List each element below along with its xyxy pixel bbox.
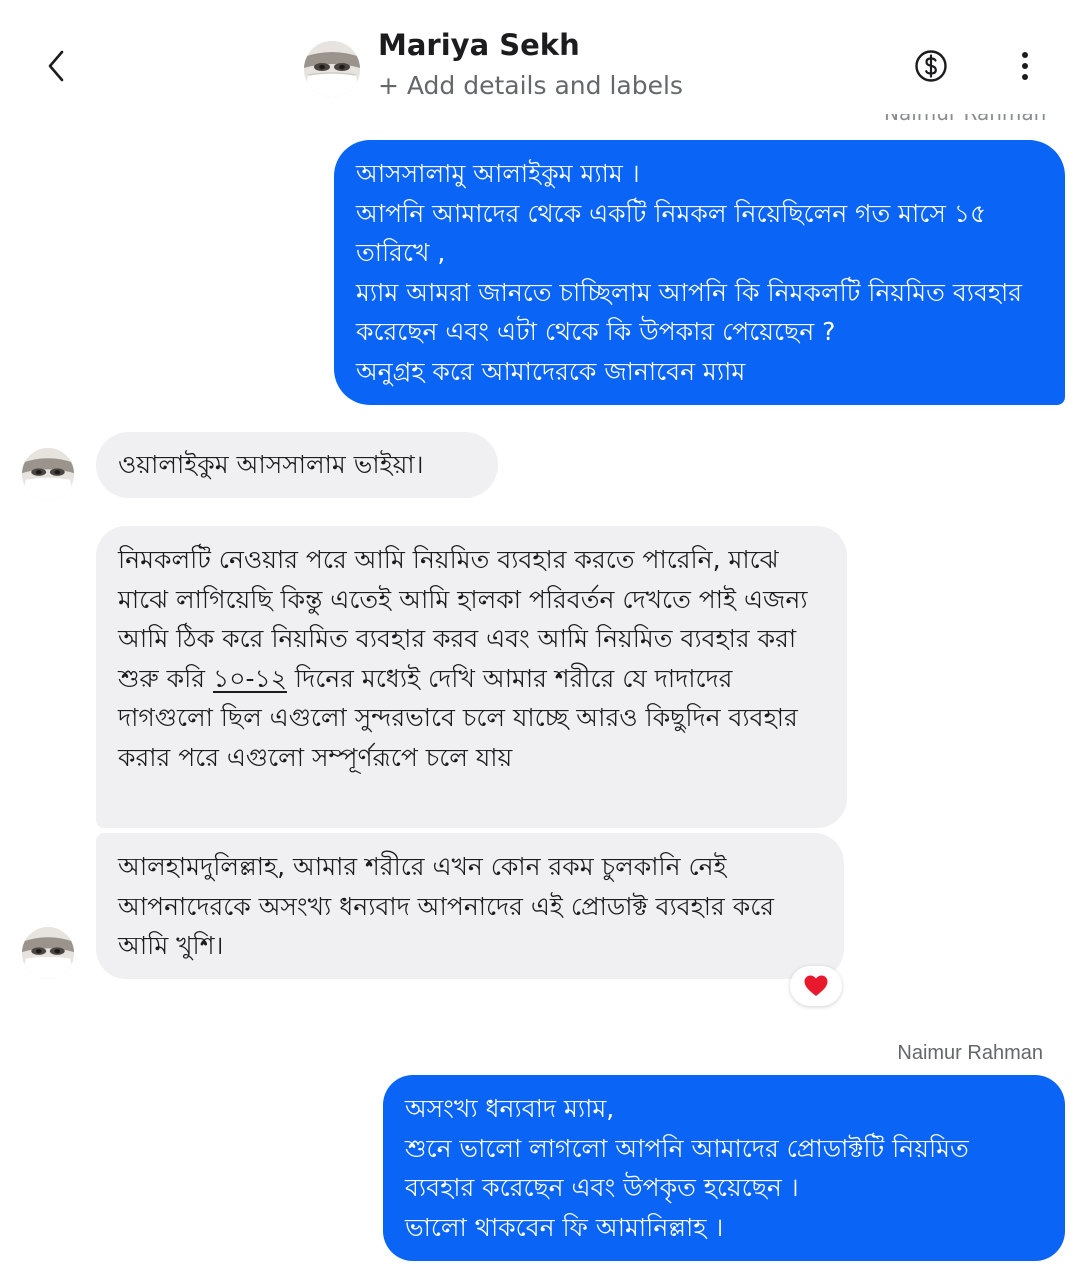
dollar-circle-icon bbox=[915, 50, 947, 82]
sender-avatar[interactable] bbox=[22, 927, 74, 979]
message-reaction[interactable] bbox=[790, 966, 842, 1006]
sender-avatar[interactable] bbox=[22, 448, 74, 500]
detected-number-link[interactable]: ১০-১২ bbox=[213, 664, 287, 693]
payment-button[interactable] bbox=[914, 49, 948, 83]
avatar-image bbox=[304, 41, 360, 97]
heart-icon bbox=[804, 975, 828, 996]
more-vertical-icon bbox=[1022, 52, 1028, 80]
add-details-link[interactable]: + Add details and labels bbox=[378, 71, 683, 100]
clipped-sender-label: Naimur Rahman bbox=[884, 114, 1046, 128]
chat-screen: Mariya Sekh + Add details and labels Nai… bbox=[0, 0, 1080, 1265]
message-bubble-outgoing[interactable]: অসংখ্য ধন্যবাদ ম্যাম, শুনে ভালো লাগলো আপ… bbox=[383, 1075, 1065, 1261]
chevron-left-icon bbox=[48, 50, 64, 82]
message-bubble-incoming[interactable]: ওয়ালাইকুম আসসালাম ভাইয়া। bbox=[96, 432, 498, 498]
sender-name-label: Naimur Rahman bbox=[897, 1042, 1043, 1064]
chat-header: Mariya Sekh + Add details and labels Nai… bbox=[0, 0, 1080, 123]
message-bubble-outgoing[interactable]: আসসালামু আলাইকুম ম্যাম । আপনি আমাদের থেক… bbox=[334, 140, 1065, 405]
contact-name[interactable]: Mariya Sekh bbox=[378, 28, 580, 62]
more-options-button[interactable] bbox=[1010, 48, 1040, 84]
contact-avatar[interactable] bbox=[304, 41, 360, 97]
message-bubble-incoming[interactable]: নিমকলটি নেওয়ার পরে আমি নিয়মিত ব্যবহার … bbox=[96, 526, 847, 828]
avatar-image bbox=[22, 927, 74, 979]
message-bubble-incoming[interactable]: আলহামদুলিল্লাহ, আমার শরীরে এখন কোন রকম চ… bbox=[96, 833, 844, 979]
avatar-image bbox=[22, 448, 74, 500]
back-button[interactable] bbox=[36, 44, 76, 88]
